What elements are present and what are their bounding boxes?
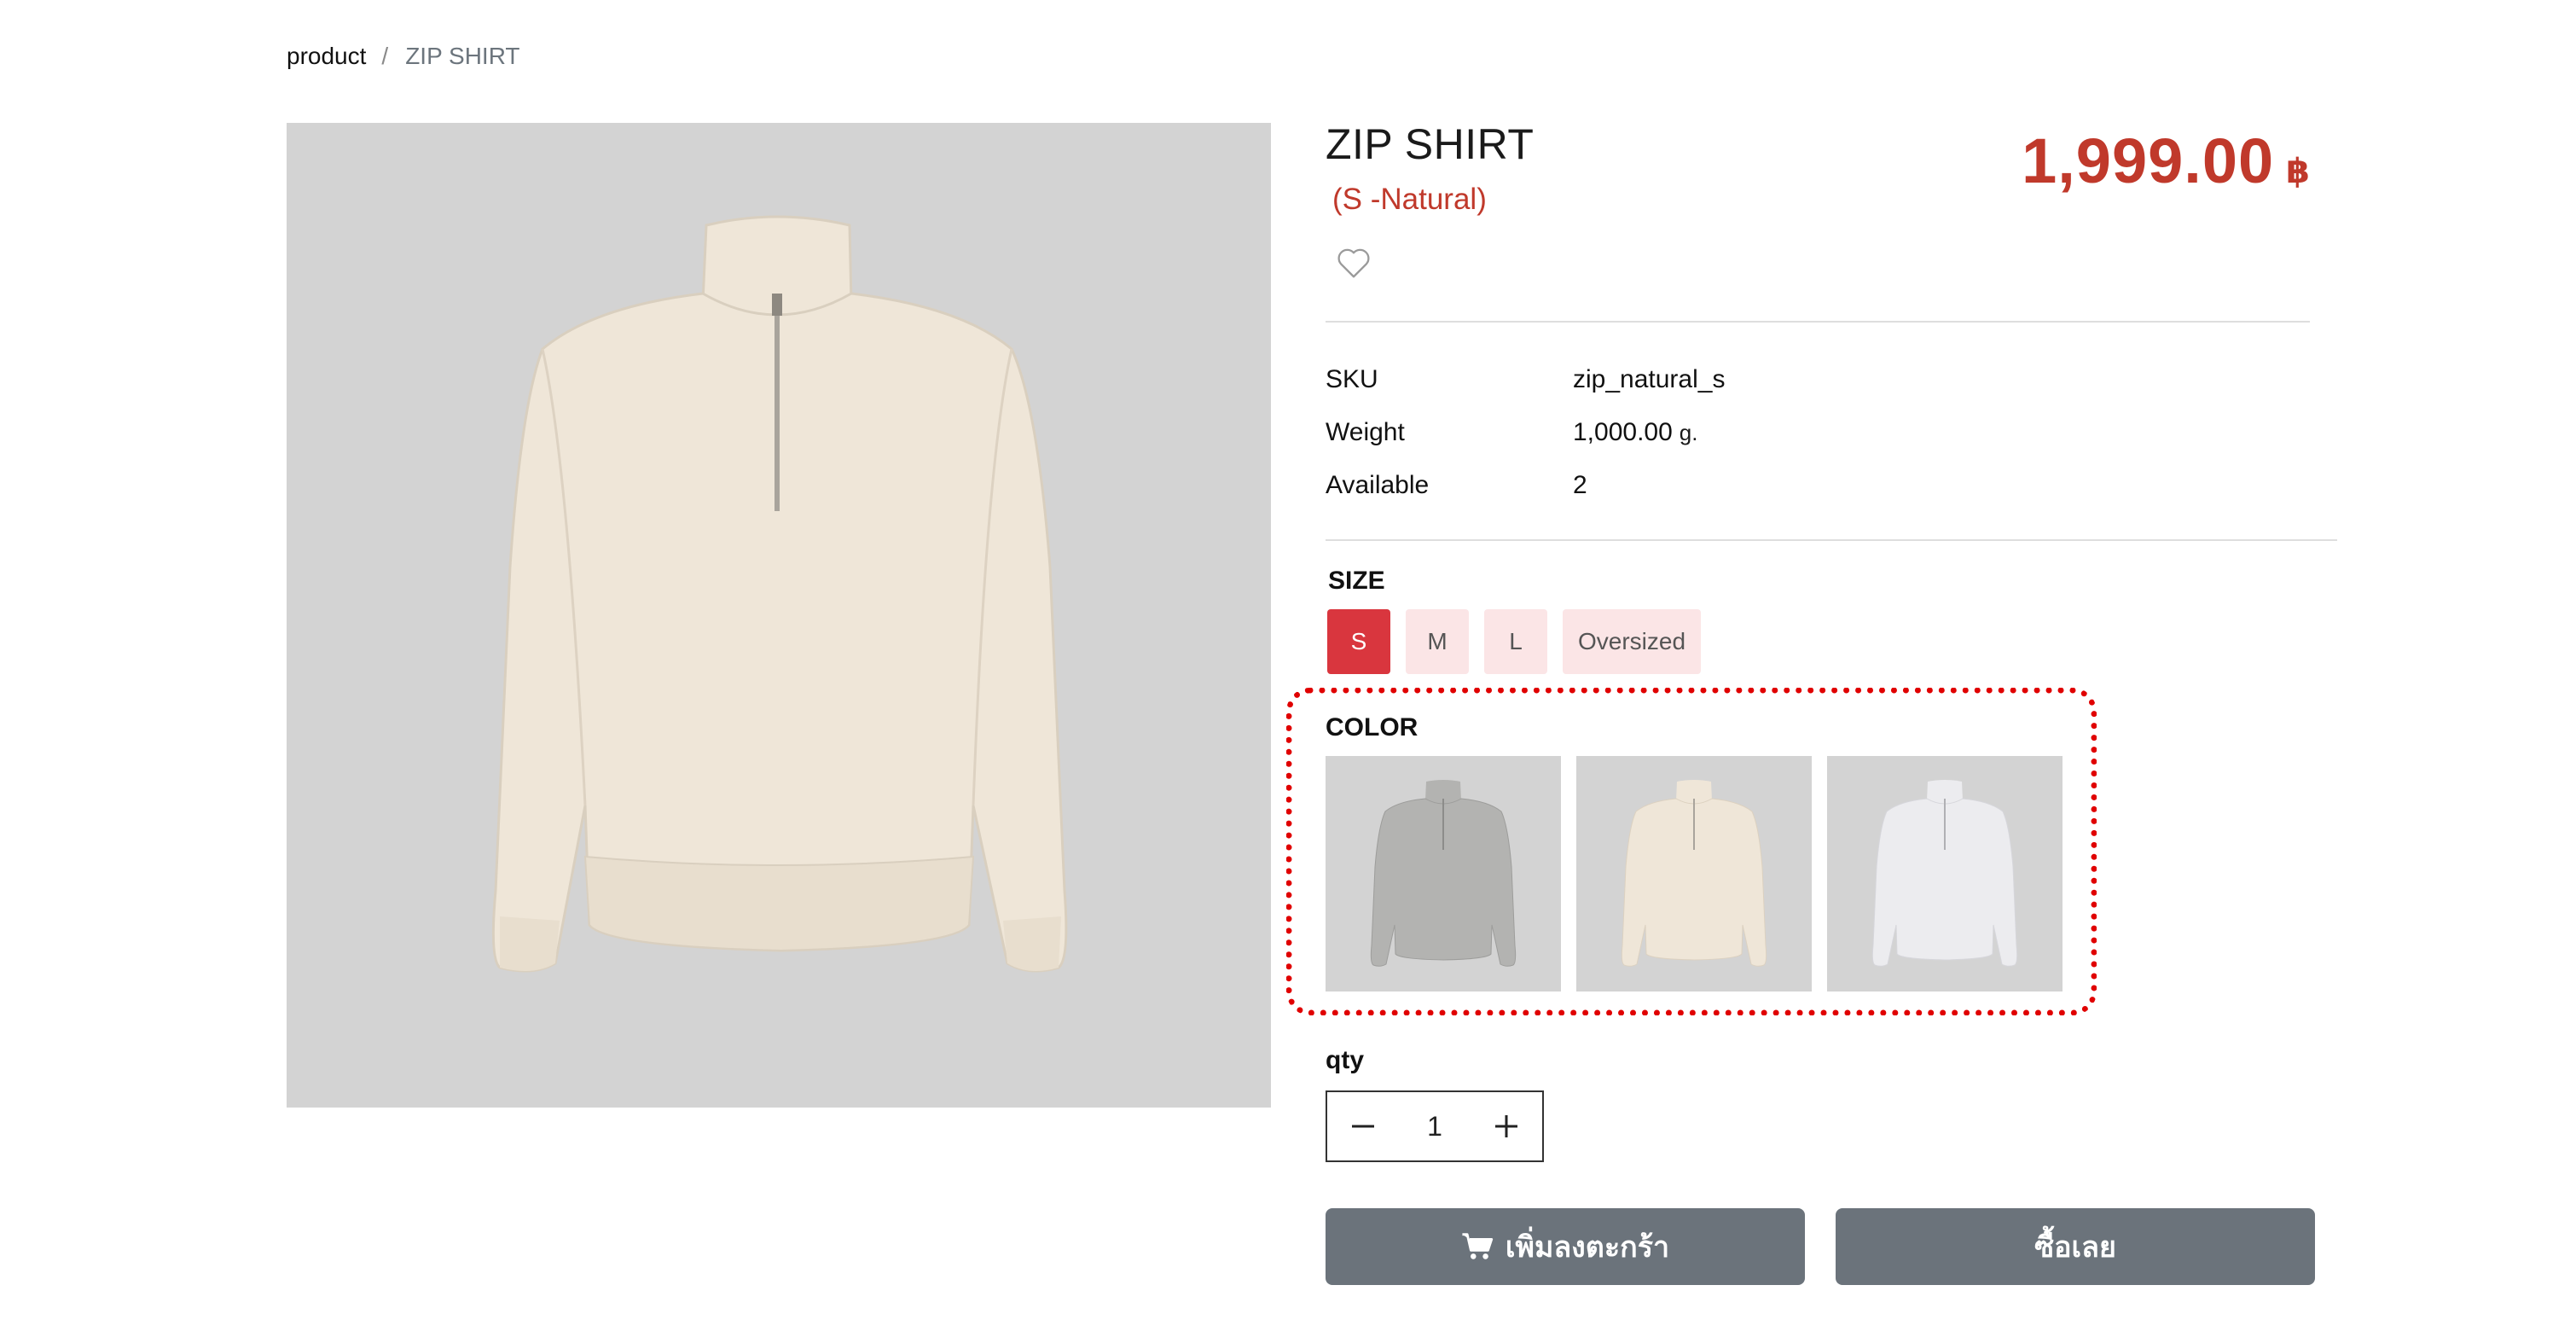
swatch-grey-image (1370, 780, 1517, 967)
size-options: S M L Oversized (1327, 609, 1702, 674)
quantity-stepper (1326, 1090, 1544, 1162)
breadcrumb: product / ZIP SHIRT (287, 43, 520, 70)
size-option-oversized[interactable]: Oversized (1563, 609, 1702, 674)
color-swatch-grey[interactable] (1326, 756, 1561, 991)
spec-unit: g. (1679, 419, 1698, 445)
breadcrumb-product-link[interactable]: product (287, 43, 366, 70)
price-currency: ฿ (2286, 153, 2310, 190)
size-option-m[interactable]: M (1406, 609, 1469, 674)
spec-value: zip_natural_s (1573, 365, 1726, 393)
buy-now-label: ซื้อเลย (2034, 1231, 2116, 1264)
size-label: SIZE (1328, 567, 1385, 595)
color-label: COLOR (1326, 713, 1419, 741)
qty-decrease-button[interactable] (1327, 1092, 1399, 1160)
product-title: ZIP SHIRT (1326, 120, 1535, 168)
spec-label: Weight (1326, 418, 1405, 446)
breadcrumb-separator: / (381, 43, 389, 69)
add-to-cart-button[interactable]: เพิ่มลงตะกร้า (1326, 1208, 1805, 1285)
spec-row-weight: Weight 1,000.00 g. (1326, 406, 1725, 459)
breadcrumb-current: ZIP SHIRT (405, 43, 520, 69)
spec-value: 1,000.00 (1573, 418, 1673, 446)
qty-input[interactable] (1399, 1109, 1471, 1143)
product-page: product / ZIP SHIRT ZIP SHIRT (S -Natura… (0, 0, 2576, 1320)
price-amount: 1,999.00 (2022, 125, 2275, 196)
divider (1326, 321, 2310, 323)
spec-row-sku: SKU zip_natural_s (1326, 353, 1725, 406)
spec-label: SKU (1326, 365, 1378, 393)
divider (1326, 539, 2337, 541)
color-swatch-natural[interactable] (1576, 756, 1812, 991)
qty-label: qty (1326, 1046, 1364, 1074)
spec-row-available: Available 2 (1326, 459, 1725, 512)
product-price: 1,999.00 ฿ (2022, 125, 2310, 197)
buy-now-button[interactable]: ซื้อเลย (1836, 1208, 2315, 1285)
size-option-l[interactable]: L (1484, 609, 1547, 674)
add-to-cart-label: เพิ่มลงตะกร้า (1505, 1231, 1670, 1264)
spec-label: Available (1326, 471, 1430, 499)
color-swatches (1326, 756, 2063, 991)
heart-outline-icon[interactable] (1334, 242, 1373, 282)
qty-increase-button[interactable] (1471, 1092, 1542, 1160)
minus-icon (1352, 1125, 1374, 1128)
plus-icon (1495, 1115, 1517, 1137)
main-product-image (287, 123, 1271, 1108)
size-option-s[interactable]: S (1327, 609, 1390, 674)
spec-value: 2 (1573, 471, 1587, 499)
swatch-white-image (1871, 780, 2018, 967)
product-specs: SKU zip_natural_s Weight 1,000.00 g. Ava… (1326, 353, 1725, 512)
sweatshirt-image (491, 215, 1068, 973)
product-variant: (S -Natural) (1332, 183, 1487, 216)
swatch-natural-image (1621, 780, 1767, 967)
cart-icon (1462, 1233, 1494, 1259)
color-swatch-white[interactable] (1827, 756, 2063, 991)
